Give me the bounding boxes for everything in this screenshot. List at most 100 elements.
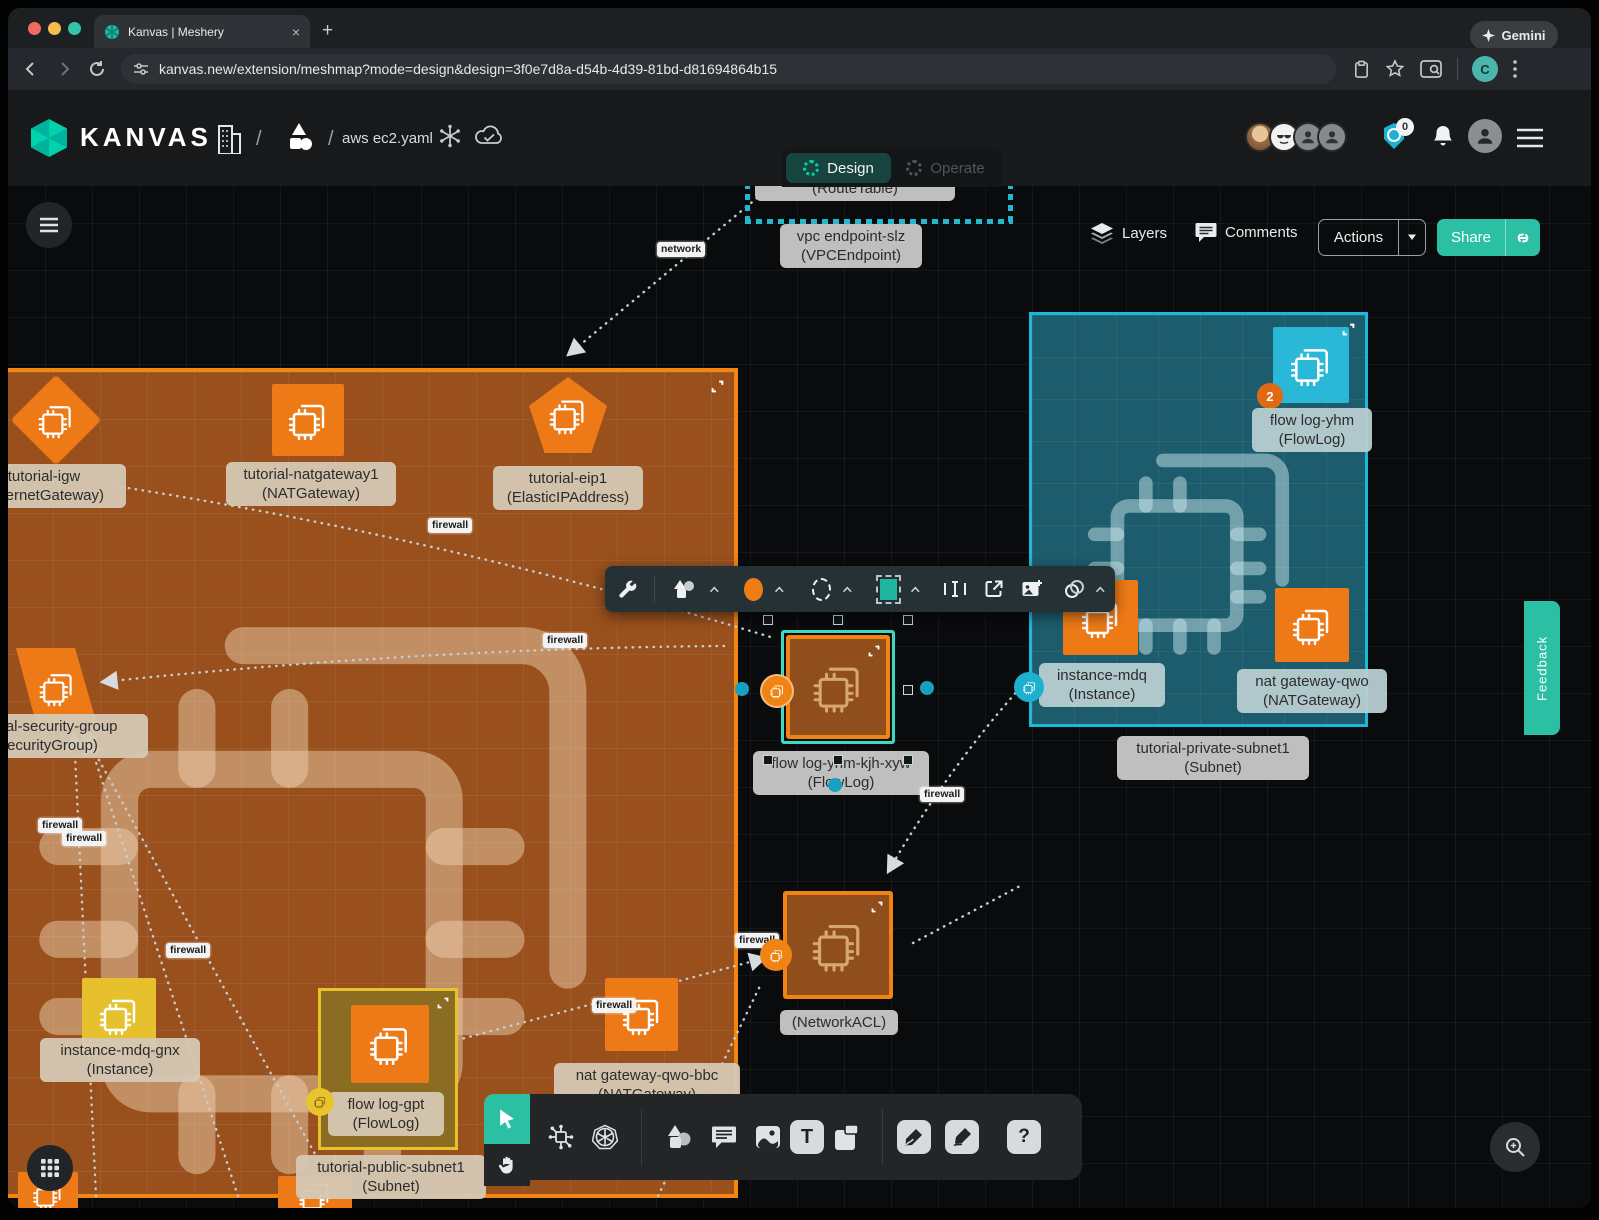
window-close-button[interactable] bbox=[28, 22, 41, 35]
open-in-new-button[interactable] bbox=[984, 579, 1004, 599]
gemini-button[interactable]: Gemini bbox=[1470, 21, 1558, 50]
node-color-button[interactable] bbox=[744, 578, 763, 601]
flow-log-gpt-handle[interactable] bbox=[306, 1088, 334, 1116]
text-tool[interactable]: T bbox=[790, 1120, 824, 1154]
feedback-tab[interactable]: Feedback bbox=[1524, 601, 1560, 735]
workspace-shapes-icon[interactable] bbox=[282, 120, 316, 154]
label-private-subnet[interactable]: tutorial-private-subnet1(Subnet) bbox=[1117, 736, 1309, 780]
window-minimize-button[interactable] bbox=[48, 22, 61, 35]
comments-button[interactable]: Comments bbox=[1195, 222, 1298, 243]
shapes-tool[interactable] bbox=[665, 1124, 693, 1150]
guide-dot-bottom[interactable] bbox=[828, 778, 842, 792]
resize-icon[interactable] bbox=[437, 997, 449, 1009]
browser-menu-icon[interactable] bbox=[1512, 59, 1518, 79]
resize-icon[interactable] bbox=[711, 380, 724, 393]
selection-handle-ne[interactable] bbox=[903, 615, 913, 625]
profile-avatar[interactable]: C bbox=[1472, 56, 1498, 82]
routetable-label[interactable]: (RouteTable) bbox=[755, 186, 955, 201]
zoom-search-button[interactable] bbox=[1490, 1122, 1540, 1172]
image-tool[interactable] bbox=[755, 1125, 781, 1149]
site-settings-icon[interactable] bbox=[133, 61, 149, 77]
border-style-button[interactable] bbox=[812, 578, 831, 601]
reload-icon[interactable] bbox=[87, 59, 107, 79]
label-vpc-endpoint[interactable]: vpc endpoint-slz(VPCEndpoint) bbox=[780, 224, 922, 268]
selection-handle-sw[interactable] bbox=[763, 755, 773, 765]
design-file-name[interactable]: aws ec2.yaml bbox=[342, 130, 433, 147]
address-bar[interactable]: kanvas.new/extension/meshmap?mode=design… bbox=[121, 54, 1336, 84]
chevron-up-icon[interactable] bbox=[910, 585, 921, 594]
label-public-subnet[interactable]: tutorial-public-subnet1(Subnet) bbox=[296, 1155, 486, 1199]
network-acl-handle[interactable] bbox=[760, 939, 792, 971]
select-tool[interactable] bbox=[484, 1094, 530, 1144]
resize-icon[interactable] bbox=[868, 645, 880, 657]
design-canvas[interactable]: (RouteTable) bbox=[8, 186, 1591, 1208]
group-style-button[interactable] bbox=[1062, 579, 1086, 599]
node-flow-log-yhm[interactable] bbox=[1273, 327, 1349, 403]
resize-icon[interactable] bbox=[1342, 323, 1355, 336]
bookmark-star-icon[interactable] bbox=[1385, 59, 1405, 79]
node-nat-gateway1[interactable] bbox=[272, 384, 344, 456]
new-tab-button[interactable]: + bbox=[322, 21, 333, 41]
guide-dot-left[interactable] bbox=[735, 682, 749, 696]
label-instance-gnx[interactable]: instance-mdq-gnx(Instance) bbox=[40, 1038, 200, 1082]
label-eip1[interactable]: tutorial-eip1(ElasticIPAddress) bbox=[493, 466, 643, 510]
node-flow-log-selected[interactable] bbox=[786, 635, 890, 739]
browser-tab[interactable]: Kanvas | Meshery × bbox=[94, 15, 310, 48]
label-width-button[interactable] bbox=[943, 580, 967, 598]
kanvas-logo-icon[interactable] bbox=[28, 118, 70, 158]
selection-handle-s[interactable] bbox=[833, 755, 843, 765]
cloud-sync-icon[interactable] bbox=[474, 124, 504, 148]
selection-handle-n[interactable] bbox=[833, 615, 843, 625]
tab-close-icon[interactable]: × bbox=[292, 24, 300, 40]
actions-button[interactable]: Actions bbox=[1318, 219, 1426, 256]
dock-apps-button[interactable] bbox=[27, 1145, 73, 1191]
label-network-acl[interactable]: (NetworkACL) bbox=[780, 1010, 898, 1035]
back-icon[interactable] bbox=[21, 59, 41, 79]
collaborator-avatar-user4[interactable] bbox=[1317, 122, 1347, 152]
organization-icon[interactable] bbox=[216, 120, 242, 154]
label-security-group[interactable]: tutorial-security-group(SecurityGroup) bbox=[8, 714, 148, 758]
background-style-button[interactable] bbox=[880, 579, 897, 600]
selection-handle-se[interactable] bbox=[903, 755, 913, 765]
selected-node-handle[interactable] bbox=[760, 674, 794, 708]
share-link-icon[interactable] bbox=[1506, 230, 1540, 246]
save-icon[interactable] bbox=[1352, 60, 1371, 79]
label-flow-log-gpt[interactable]: flow log-gpt(FlowLog) bbox=[328, 1092, 444, 1136]
resize-icon[interactable] bbox=[871, 901, 883, 913]
node-nat-gateway-qwo-bbc[interactable] bbox=[605, 978, 678, 1051]
pen-tool[interactable] bbox=[897, 1120, 931, 1154]
node-flow-log-gpt[interactable] bbox=[351, 1005, 429, 1083]
pan-hand-tool[interactable] bbox=[484, 1144, 530, 1186]
flow-log-badge[interactable]: 2 bbox=[1257, 383, 1283, 409]
app-menu-icon[interactable] bbox=[1516, 128, 1544, 148]
private-subnet-handle[interactable] bbox=[1014, 672, 1044, 702]
kubernetes-tool[interactable] bbox=[592, 1124, 618, 1150]
marker-tool[interactable] bbox=[945, 1120, 979, 1154]
notifications-bell-icon[interactable] bbox=[1432, 124, 1454, 148]
label-nat-gateway-qwo[interactable]: nat gateway-qwo(NATGateway) bbox=[1237, 669, 1387, 713]
actions-dropdown-icon[interactable] bbox=[1399, 233, 1425, 243]
layers-button[interactable]: Layers bbox=[1090, 222, 1167, 244]
forward-icon[interactable] bbox=[54, 59, 74, 79]
search-tabs-icon[interactable] bbox=[1419, 59, 1443, 79]
environment-badge[interactable]: 0 bbox=[1380, 122, 1408, 150]
infrastructure-tool[interactable] bbox=[548, 1124, 574, 1150]
node-nat-gateway-qwo[interactable] bbox=[1275, 588, 1349, 662]
guide-dot-right[interactable] bbox=[920, 681, 934, 695]
add-image-button[interactable] bbox=[1021, 579, 1043, 599]
chevron-up-icon[interactable] bbox=[774, 585, 785, 594]
selection-handle-nw[interactable] bbox=[763, 615, 773, 625]
label-flow-log-yhm[interactable]: flow log-yhm(FlowLog) bbox=[1252, 408, 1372, 452]
user-avatar[interactable] bbox=[1468, 119, 1502, 153]
comment-tool[interactable] bbox=[711, 1125, 737, 1149]
kanvas-wordmark[interactable]: KANVAS bbox=[80, 122, 212, 153]
canvas-menu-button[interactable] bbox=[26, 202, 72, 248]
label-instance-mdq[interactable]: instance-mdq(Instance) bbox=[1039, 663, 1165, 707]
chevron-up-icon[interactable] bbox=[842, 585, 853, 594]
help-button[interactable]: ? bbox=[1007, 1120, 1041, 1154]
tab-design[interactable]: Design bbox=[786, 153, 891, 183]
node-shape-button[interactable] bbox=[672, 578, 698, 600]
share-button[interactable]: Share bbox=[1437, 219, 1540, 256]
configure-wrench-button[interactable] bbox=[617, 579, 637, 599]
label-igw[interactable]: tutorial-igw(InternetGateway) bbox=[8, 464, 126, 508]
